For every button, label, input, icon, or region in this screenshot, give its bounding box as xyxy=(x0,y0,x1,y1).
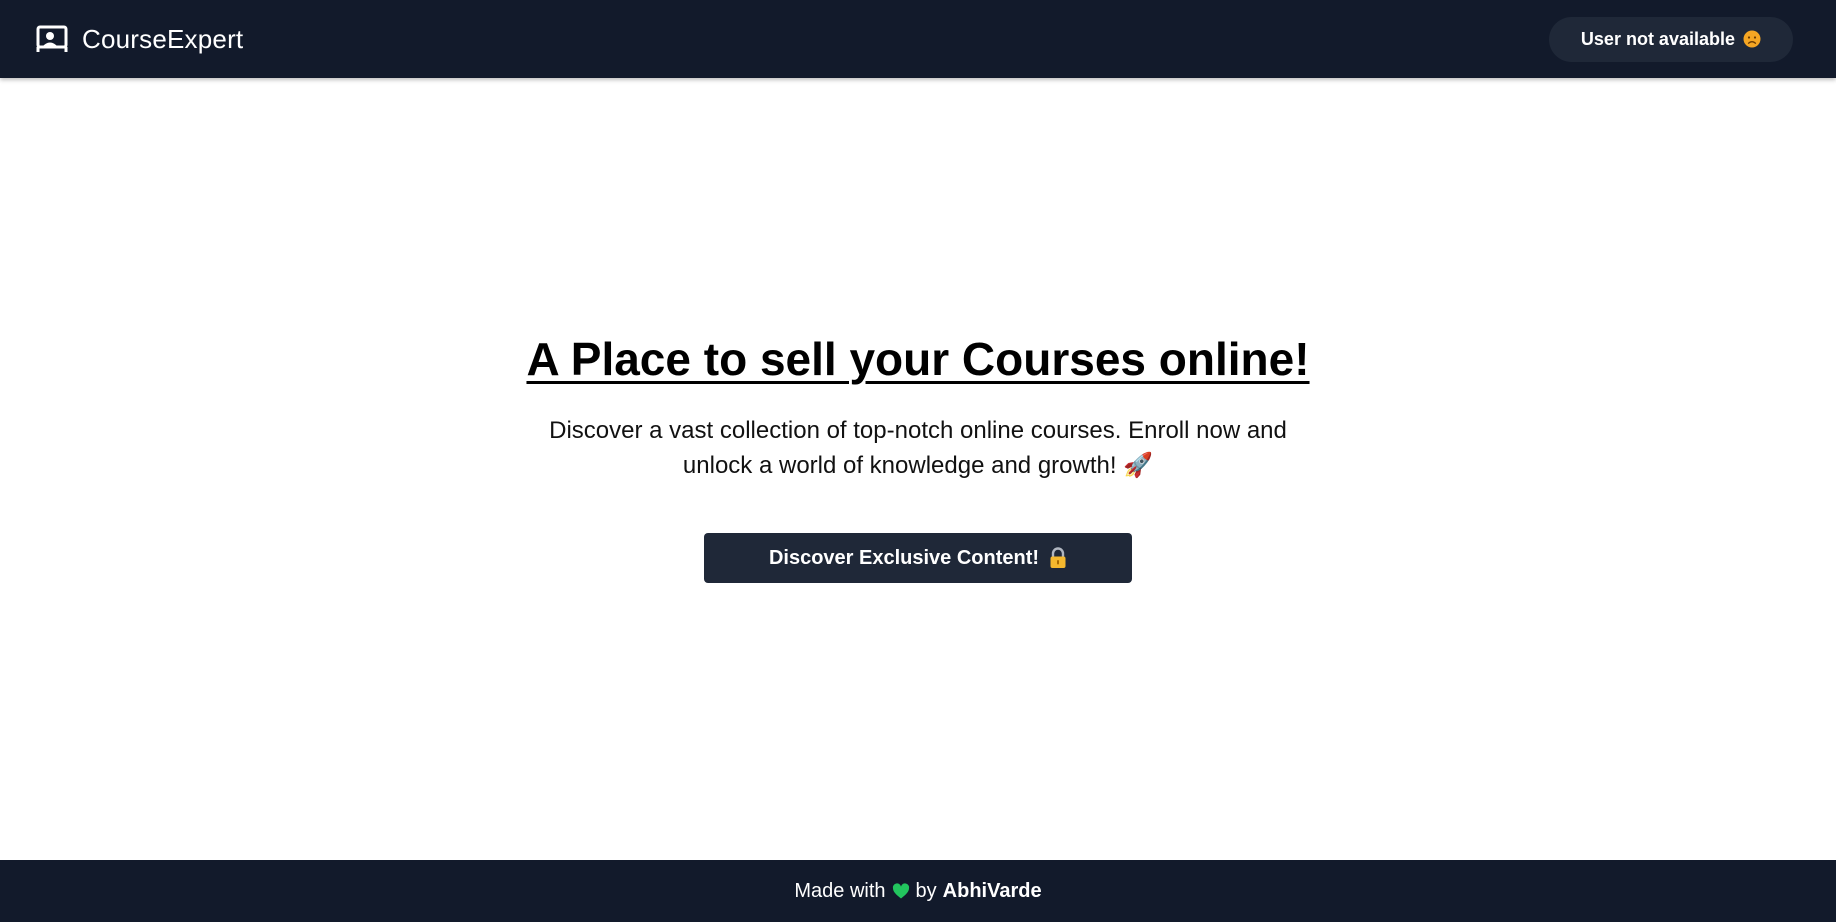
hero-description: Discover a vast collection of top-notch … xyxy=(549,417,1287,480)
hero-section: A Place to sell your Courses online! Dis… xyxy=(0,78,1836,860)
footer: Made with by AbhiVarde xyxy=(0,860,1836,922)
cta-label: Discover Exclusive Content! xyxy=(768,546,1040,569)
page-title: A Place to sell your Courses online! xyxy=(526,333,1310,385)
footer-made-with: Made with xyxy=(794,879,886,902)
sad-face-icon xyxy=(1743,30,1761,48)
user-status-button[interactable]: User not available xyxy=(1548,16,1793,62)
lock-icon xyxy=(1050,547,1066,569)
navbar: CourseExpert User not available xyxy=(0,0,1836,78)
discover-content-button[interactable]: Discover Exclusive Content! xyxy=(704,533,1132,584)
brand-name: CourseExpert xyxy=(82,23,244,54)
presentation-board-icon xyxy=(36,25,68,52)
user-status-label: User not available xyxy=(1580,28,1735,49)
brand-link[interactable]: CourseExpert xyxy=(36,24,243,55)
footer-author-link[interactable]: AbhiVarde xyxy=(943,880,1042,903)
green-heart-icon xyxy=(892,883,909,899)
footer-by: by xyxy=(915,879,937,902)
